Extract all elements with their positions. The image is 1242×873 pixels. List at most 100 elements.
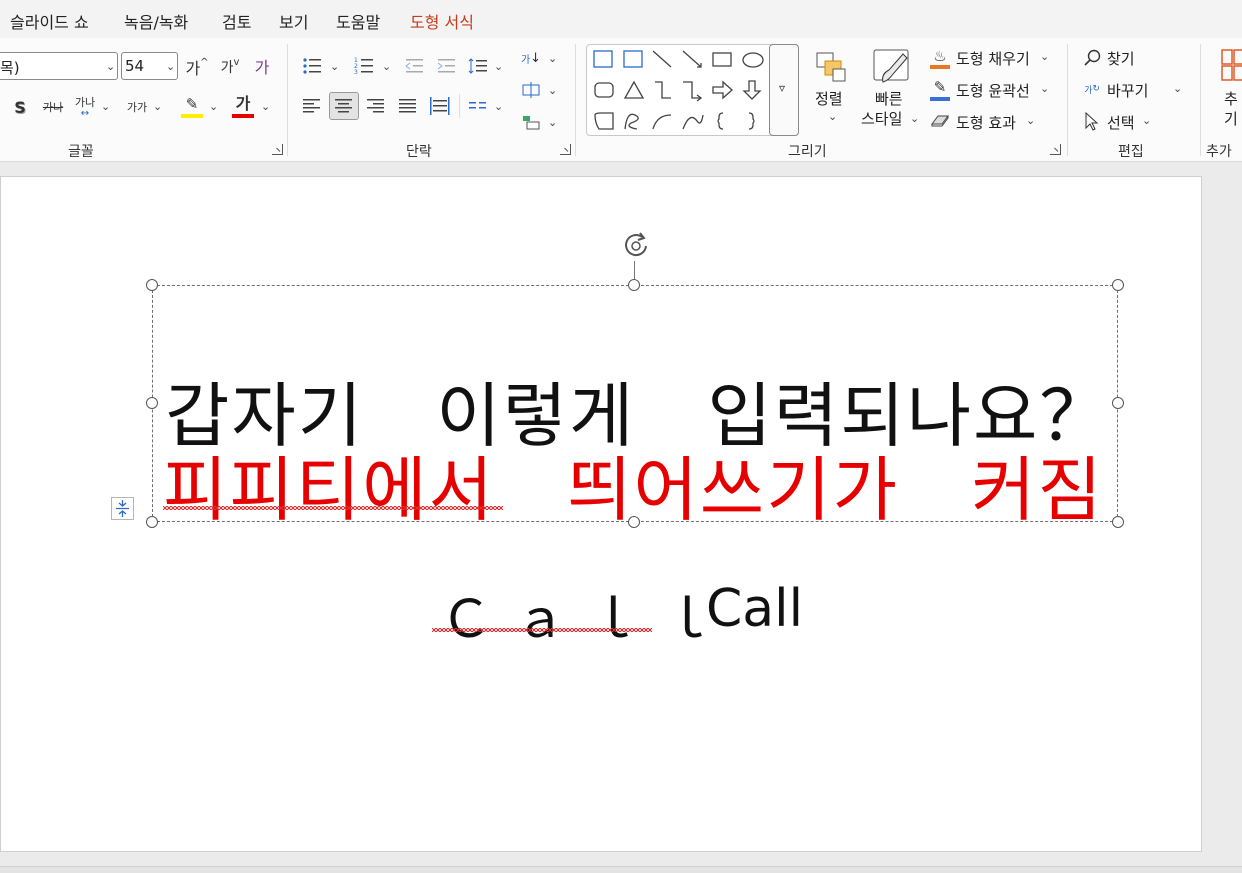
chevron-down-icon: ⌄ — [494, 100, 504, 113]
find-button[interactable]: 찾기 — [1080, 46, 1170, 70]
bullets-button[interactable] — [300, 54, 324, 78]
font-name-select[interactable]: 목) — [0, 52, 118, 80]
font-size-value: 54 — [125, 57, 145, 75]
align-left-button[interactable] — [300, 94, 324, 118]
addins-icon — [1221, 49, 1242, 81]
drawing-dialog-launcher-icon[interactable] — [1050, 144, 1061, 155]
distributed-icon — [430, 97, 450, 115]
rotate-handle-icon[interactable] — [619, 229, 653, 263]
fill-color-bar — [930, 65, 950, 69]
tab-review[interactable]: 검토 — [222, 9, 251, 33]
chevron-down-icon: ⌄ — [101, 100, 111, 113]
chevron-down-icon: ⌄ — [1142, 114, 1152, 127]
align-left-icon — [303, 99, 320, 113]
group-label-editing: 편집 — [1118, 144, 1144, 160]
resize-handle-left[interactable] — [146, 397, 158, 409]
font-color-bar — [232, 114, 254, 118]
resize-handle-bottom-left[interactable] — [146, 516, 158, 528]
group-separator — [1067, 44, 1068, 156]
align-right-button[interactable] — [364, 94, 388, 118]
align-center-icon — [335, 99, 352, 113]
slide[interactable]: 갑자기 이렇게 입력되나요？ 피피티에서 띄어쓰기가 커짐 Ｃａｌｌ Call — [0, 176, 1202, 852]
smartart-convert-button[interactable] — [519, 110, 543, 134]
tab-shape-format[interactable]: 도형 서식 — [410, 9, 474, 33]
character-spacing-button[interactable]: 가나 ↔ — [72, 92, 98, 120]
autofit-options-button[interactable] — [111, 497, 134, 520]
resize-handle-top-right[interactable] — [1112, 279, 1124, 291]
resize-handle-bottom-right[interactable] — [1112, 516, 1124, 528]
tab-view[interactable]: 보기 — [279, 9, 308, 33]
chevron-down-icon: ⌄ — [1026, 114, 1036, 127]
group-label-addins: 추가 — [1206, 144, 1232, 160]
justify-button[interactable] — [396, 94, 420, 118]
font-name-value: 목) — [0, 59, 20, 77]
grow-font-button[interactable]: 가 ^ — [183, 54, 211, 80]
font-color-button[interactable]: 가 — [231, 90, 255, 114]
change-case-button[interactable]: 가가 — [123, 94, 151, 120]
text-direction-icon: 가 — [520, 54, 531, 66]
shape-effects-label: 도형 효과 — [956, 114, 1016, 132]
group-separator — [459, 94, 460, 118]
line-spacing-button[interactable] — [466, 54, 490, 78]
autofit-icon — [116, 500, 129, 517]
pen-icon: ✎ — [933, 78, 947, 96]
arrange-button[interactable]: 정렬 ⌄ — [806, 86, 856, 126]
tab-record[interactable]: 녹음/녹화 — [124, 9, 188, 33]
align-text-icon — [522, 82, 540, 98]
paint-bucket-icon: ♨ — [933, 47, 947, 65]
bullet-list-icon — [303, 58, 321, 74]
resize-handle-right[interactable] — [1112, 397, 1124, 409]
chevron-down-icon: ⌄ — [548, 116, 558, 129]
decrease-indent-icon — [405, 59, 423, 73]
text-box[interactable]: 갑자기 이렇게 입력되나요？ 피피티에서 띄어쓰기가 커짐 — [152, 285, 1118, 531]
addins-button[interactable]: 추 기 — [1212, 46, 1242, 136]
select-button[interactable]: 선택 ⌄ — [1080, 110, 1170, 134]
addins-label-line1: 추 — [1224, 90, 1238, 108]
columns-button[interactable] — [466, 94, 490, 118]
highlighter-icon: ✎ — [185, 95, 199, 113]
group-label-font: 글꼴 — [68, 144, 94, 160]
shrink-font-button[interactable]: 가v — [216, 54, 244, 80]
slide-text-fullwidth-call[interactable]: Ｃａｌｌ — [440, 577, 736, 652]
tab-slide-show[interactable]: 슬라이드 쇼 — [10, 9, 89, 33]
spellcheck-underline — [163, 506, 503, 510]
chevron-down-icon: ⌄ — [1040, 82, 1050, 95]
tab-help[interactable]: 도움말 — [336, 9, 380, 33]
resize-handle-top[interactable] — [628, 279, 640, 291]
font-dialog-launcher-icon[interactable] — [272, 144, 283, 155]
slide-text-call[interactable]: Call — [706, 579, 803, 639]
paragraph-dialog-launcher-icon[interactable] — [560, 144, 571, 155]
highlight-button[interactable]: ✎ — [180, 92, 204, 116]
align-center-button[interactable] — [329, 92, 359, 120]
align-text-button[interactable] — [519, 78, 543, 102]
shape-gallery-icons — [593, 50, 764, 130]
shape-effects-icon — [931, 115, 949, 127]
strikethrough-button[interactable]: 가나 — [40, 94, 66, 120]
font-color-icon: 가 — [235, 94, 251, 113]
text-direction-button[interactable]: 가 ↓ — [519, 46, 543, 70]
columns-icon — [469, 102, 486, 109]
resize-handle-top-left[interactable] — [146, 279, 158, 291]
resize-handle-bottom[interactable] — [628, 516, 640, 528]
numbering-button[interactable]: 123 — [352, 54, 376, 78]
increase-indent-button[interactable] — [434, 54, 458, 78]
text-shadow-button[interactable]: S — [8, 94, 32, 120]
chevron-down-icon: ⌄ — [910, 112, 920, 125]
replace-icon-text: 가 — [1084, 85, 1093, 96]
grow-font-icon: 가 — [185, 59, 201, 78]
quick-styles-icon — [870, 46, 912, 86]
decrease-indent-button[interactable] — [402, 54, 426, 78]
distributed-button[interactable] — [428, 94, 452, 118]
clear-formatting-button[interactable]: 가 — [249, 52, 275, 80]
shape-outline-button[interactable]: ✎ 도형 윤곽선 ⌄ — [928, 78, 1056, 104]
shape-effects-button[interactable]: 도형 효과 ⌄ — [928, 110, 1056, 136]
shape-fill-button[interactable]: ♨ 도형 채우기 ⌄ — [928, 46, 1056, 72]
outline-color-bar — [930, 97, 950, 101]
cursor-arrow-icon — [1085, 112, 1099, 131]
shape-gallery-more-button[interactable]: ▿ — [769, 44, 799, 136]
shape-fill-label: 도형 채우기 — [956, 50, 1030, 68]
arrange-label: 정렬 — [815, 90, 843, 108]
quick-styles-button[interactable]: 빠른 스타일 ⌄ — [858, 88, 924, 128]
replace-button[interactable]: 가 ↻ 바꾸기 ⌄ — [1080, 78, 1190, 102]
powerpoint-window: 슬라이드 쇼 녹음/녹화 검토 보기 도움말 도형 서식 목) ⌄ 54 ⌄ 가… — [0, 0, 1242, 873]
